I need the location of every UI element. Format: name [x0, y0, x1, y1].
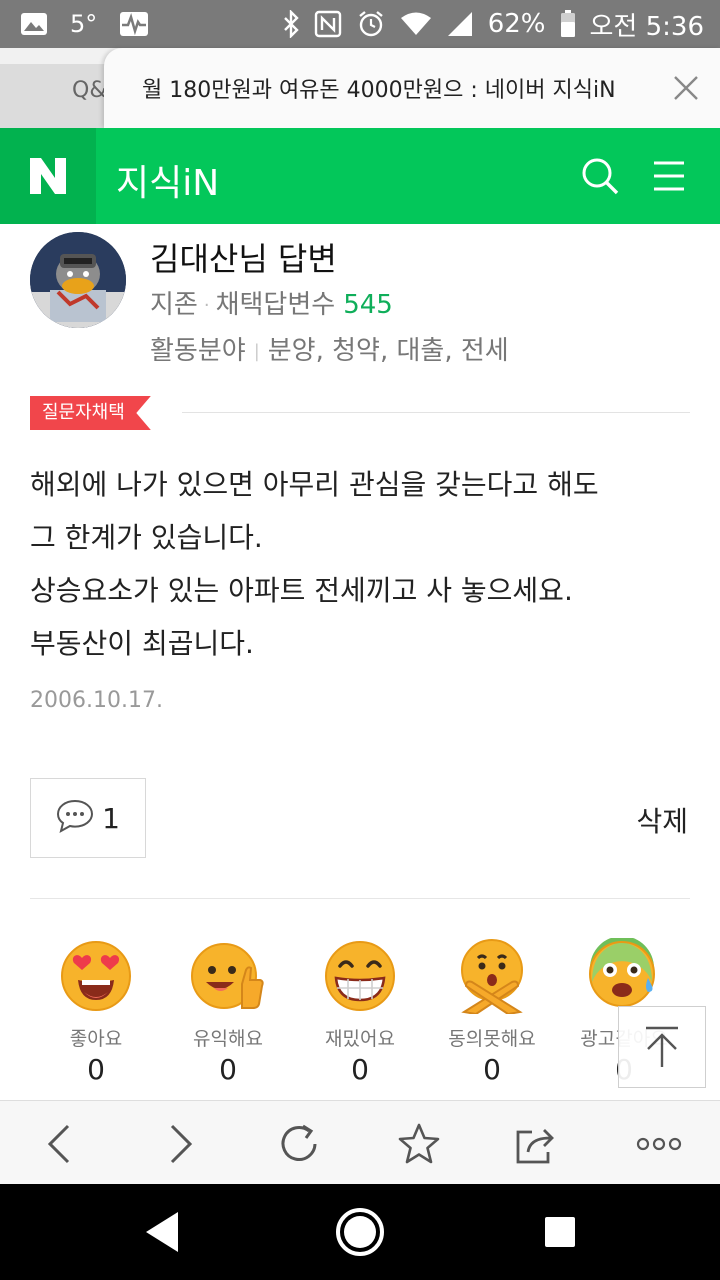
crossed-arms-emoji-icon [454, 938, 530, 1016]
search-icon[interactable] [580, 156, 620, 196]
field-label: 활동분야 [150, 336, 246, 366]
reaction-label: 좋아요 [69, 1028, 123, 1050]
battery-icon [560, 10, 576, 38]
bluetooth-icon [282, 10, 300, 38]
menu-icon[interactable] [652, 158, 686, 194]
delete-button[interactable]: 삭제 [636, 800, 688, 840]
reaction-count: 0 [219, 1053, 237, 1086]
current-tab-title: 월 180만원과 여유돈 4000만원으 : 네이버 지식iN [142, 78, 616, 103]
heart-eyes-emoji-icon [58, 938, 134, 1014]
answer-body: 해외에 나가 있으면 아무리 관심을 갖는다고 해도 그 한계가 있습니다. 상… [30, 458, 690, 670]
battery-percent: 62% [487, 9, 546, 39]
temperature-text: 5° [70, 10, 98, 38]
reaction-count: 0 [483, 1053, 501, 1086]
wifi-icon [400, 11, 432, 37]
reaction-disagree[interactable]: 동의못해요 0 [426, 938, 558, 1086]
reaction-fun[interactable]: 재밌어요 0 [294, 938, 426, 1086]
answerer-meta: 지존 · 채택답변수 545 [150, 284, 393, 321]
reaction-label: 유익해요 [193, 1028, 263, 1050]
nav-home-icon[interactable] [334, 1206, 386, 1258]
nav-back-icon[interactable] [136, 1206, 188, 1258]
badge-divider [182, 412, 690, 413]
answer-line: 상승요소가 있는 아파트 전세끼고 사 놓으세요. [30, 574, 573, 607]
adopted-count: 545 [343, 290, 393, 320]
alarm-icon [356, 9, 386, 39]
forward-icon[interactable] [158, 1121, 204, 1167]
nfc-icon [314, 10, 342, 38]
adopted-label: 채택답변수 [215, 290, 336, 320]
dot-separator: · [203, 295, 210, 316]
selected-answer-badge: 질문자채택 [30, 396, 151, 430]
arrow-up-icon [646, 1026, 678, 1067]
avatar[interactable] [30, 232, 126, 328]
nav-recents-icon[interactable] [534, 1206, 586, 1258]
more-icon[interactable] [636, 1121, 682, 1167]
scroll-to-top-button[interactable] [618, 1006, 706, 1088]
close-tab-icon[interactable] [668, 70, 704, 106]
field-separator: | [253, 341, 260, 362]
answer-line: 부동산이 최곱니다. [30, 627, 254, 660]
answerer-name[interactable]: 김대산님 답변 [150, 234, 337, 280]
reaction-useful[interactable]: 유익해요 0 [162, 938, 294, 1086]
previous-tab-text: Q& [72, 78, 107, 103]
current-tab[interactable]: 월 180만원과 여유돈 4000만원으 : 네이버 지식iN [104, 48, 720, 128]
comment-count: 1 [102, 801, 120, 835]
answerer-rank: 지존 [150, 290, 198, 320]
thumbs-up-emoji-icon [190, 938, 266, 1014]
sick-sweat-emoji-icon [586, 936, 662, 1014]
reaction-label: 재밌어요 [325, 1028, 395, 1050]
signal-icon [446, 11, 474, 37]
field-values: 분양, 청약, 대출, 전세 [267, 336, 509, 366]
back-icon[interactable] [36, 1121, 82, 1167]
clock-text: 오전 5:36 [589, 11, 705, 42]
answer-date: 2006.10.17. [30, 688, 163, 713]
service-title[interactable]: 지식iN [116, 154, 219, 206]
comment-icon [56, 799, 94, 837]
android-nav-bar [0, 1184, 720, 1280]
grinning-emoji-icon [322, 938, 398, 1014]
share-icon[interactable] [514, 1121, 560, 1167]
section-divider [30, 898, 690, 899]
gallery-icon [20, 12, 48, 36]
site-header: 지식iN [0, 128, 720, 224]
reaction-count: 0 [87, 1053, 105, 1086]
comment-button[interactable]: 1 [30, 778, 146, 858]
reaction-like[interactable]: 좋아요 0 [30, 938, 162, 1086]
refresh-icon[interactable] [276, 1121, 322, 1167]
browser-tab-strip: Q& 월 180만원과 여유돈 4000만원으 : 네이버 지식iN [0, 48, 720, 128]
reaction-count: 0 [351, 1053, 369, 1086]
naver-logo[interactable] [0, 128, 96, 224]
reaction-label: 동의못해요 [448, 1028, 536, 1050]
answer-line: 그 한계가 있습니다. [30, 521, 263, 554]
answer-line: 해외에 나가 있으면 아무리 관심을 갖는다고 해도 [30, 468, 599, 501]
status-bar: 5° 62% 오전 5:36 [0, 0, 720, 48]
browser-toolbar [0, 1100, 720, 1184]
bookmark-star-icon[interactable] [396, 1121, 442, 1167]
answerer-field: 활동분야 | 분양, 청약, 대출, 전세 [150, 330, 509, 367]
activity-icon [119, 11, 149, 37]
